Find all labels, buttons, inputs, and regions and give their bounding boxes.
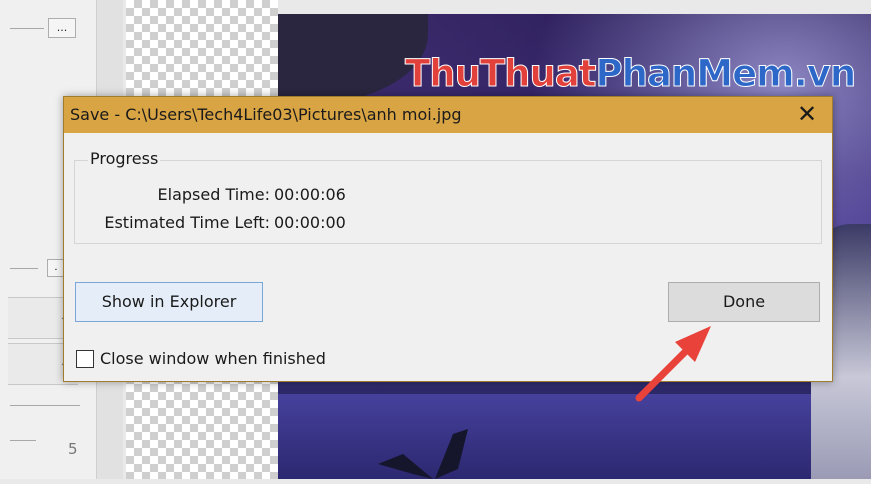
elapsed-time-label: Elapsed Time: xyxy=(157,185,270,204)
close-when-finished-label[interactable]: Close window when finished xyxy=(100,349,326,368)
watermark-logo: ThuThuatPhanMem.vn xyxy=(405,52,857,96)
divider xyxy=(10,28,44,29)
close-when-finished-checkbox[interactable] xyxy=(76,349,94,368)
divider xyxy=(10,268,38,269)
elapsed-time-value: 00:00:06 xyxy=(274,185,346,204)
browse-button[interactable]: ... xyxy=(48,18,76,38)
progress-group-label: Progress xyxy=(88,149,161,168)
estimated-time-row: Estimated Time Left: 00:00:00 xyxy=(72,213,346,232)
show-in-explorer-button[interactable]: Show in Explorer xyxy=(75,282,263,322)
slider-value: 5 xyxy=(68,440,78,458)
dialog-titlebar[interactable]: Save - C:\Users\Tech4Life03\Pictures\anh… xyxy=(64,97,832,133)
close-when-finished-option[interactable]: Close window when finished xyxy=(76,348,326,368)
close-icon[interactable]: ✕ xyxy=(792,99,822,129)
elapsed-time-row: Elapsed Time: 00:00:06 xyxy=(72,185,346,204)
estimated-time-value: 00:00:00 xyxy=(274,213,346,232)
slider-track[interactable] xyxy=(10,440,36,441)
done-button[interactable]: Done xyxy=(668,282,820,322)
estimated-time-label: Estimated Time Left: xyxy=(104,213,270,232)
photo-bird xyxy=(378,429,468,479)
annotation-arrow-icon xyxy=(635,326,711,402)
slider-track[interactable] xyxy=(10,405,80,406)
photo-water xyxy=(278,394,871,479)
dialog-title: Save - C:\Users\Tech4Life03\Pictures\anh… xyxy=(70,105,462,124)
